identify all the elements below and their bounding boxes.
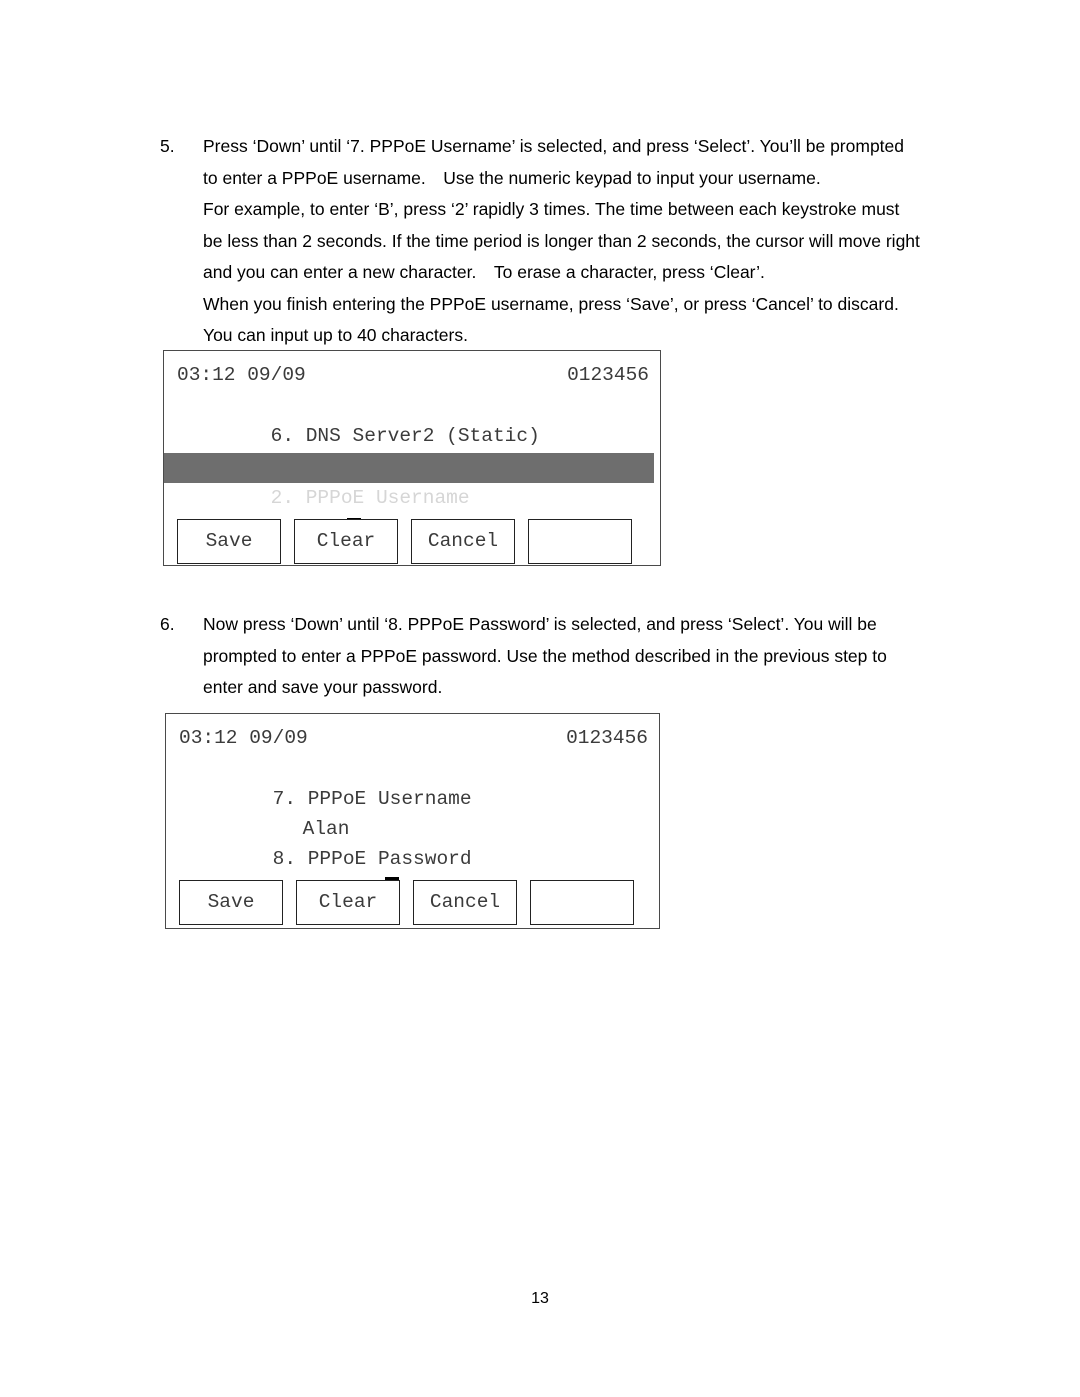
lcd-panel-username: 03:12 09/09 0123456 6. DNS Server2 (Stat… [163,350,661,566]
step-6-number: 6. [160,614,175,634]
lcd-screen-1: 03:12 09/09 0123456 6. DNS Server2 (Stat… [164,351,660,565]
step-5-line-6: When you finish entering the PPPoE usern… [203,293,899,314]
empty-softkey-button[interactable] [530,880,634,925]
step-6-line-3: enter and save your password. [203,677,443,697]
step-6-text: Now press ‘Down’ until ‘8. PPPoE Passwor… [203,609,922,704]
instruction-step-5: 5. Press ‘Down’ until ‘7. PPPoE Username… [160,131,922,352]
lcd-2-status-bar: 03:12 09/09 0123456 [166,723,659,753]
step-5-line-7: You can input up to 40 characters. [203,325,468,345]
step-5-line-2: to enter a PPPoE username. Use the numer… [203,167,821,188]
empty-softkey-button[interactable] [528,519,632,564]
step-5-text: Press ‘Down’ until ‘7. PPPoE Username’ i… [203,131,922,352]
lcd-panel-password: 03:12 09/09 0123456 7. PPPoE Username Al… [165,713,660,929]
lcd-1-row-2[interactable]: 168.95.1.1 [164,421,660,477]
lcd-2-row-4[interactable]: Alan123 [166,844,659,900]
step-5-line-5: and you can enter a new character. To er… [203,262,765,282]
cancel-button[interactable]: Cancel [411,519,515,564]
step-5-number: 5. [160,136,175,156]
lcd-2-row-2[interactable]: Alan [166,784,659,840]
save-button[interactable]: Save [179,880,283,925]
lcd-1-row-4[interactable]: Alan [164,485,660,541]
lcd-2-row-1[interactable]: 7. PPPoE Username [166,754,659,810]
step-5-line-4: be less than 2 seconds. If the time peri… [203,230,920,251]
page-number: 13 [531,1290,549,1307]
step-6-line-1: Now press ‘Down’ until ‘8. PPPoE Passwor… [203,614,877,634]
cancel-button[interactable]: Cancel [413,880,517,925]
lcd-1-row-1[interactable]: 6. DNS Server2 (Static) [164,391,660,447]
document-page: 5. Press ‘Down’ until ‘7. PPPoE Username… [0,0,1080,1397]
lcd-screen-2: 03:12 09/09 0123456 7. PPPoE Username Al… [166,714,659,928]
lcd-1-time-date: 03:12 09/09 [177,364,306,386]
step-5-line-3: For example, to enter ‘B’, press ‘2’ rap… [203,199,900,219]
lcd-1-status-bar: 03:12 09/09 0123456 [164,360,660,390]
step-6-line-2: prompted to enter a PPPoE password. Use … [203,645,887,666]
clear-button[interactable]: Clear [296,880,400,925]
step-5-line-1: Press ‘Down’ until ‘7. PPPoE Username’ i… [203,136,904,156]
lcd-1-softkey-bar: Save Clear Cancel [177,519,632,564]
lcd-1-extension: 0123456 [567,364,649,386]
lcd-1-row-3-selected[interactable]: 2. PPPoE Username [164,453,654,509]
lcd-2-extension: 0123456 [566,727,648,749]
clear-button[interactable]: Clear [294,519,398,564]
lcd-2-row-3[interactable]: 8. PPPoE Password [166,814,659,870]
lcd-2-time-date: 03:12 09/09 [179,727,308,749]
lcd-2-softkey-bar: Save Clear Cancel [179,880,634,925]
save-button[interactable]: Save [177,519,281,564]
instruction-step-6: 6. Now press ‘Down’ until ‘8. PPPoE Pass… [160,609,922,704]
